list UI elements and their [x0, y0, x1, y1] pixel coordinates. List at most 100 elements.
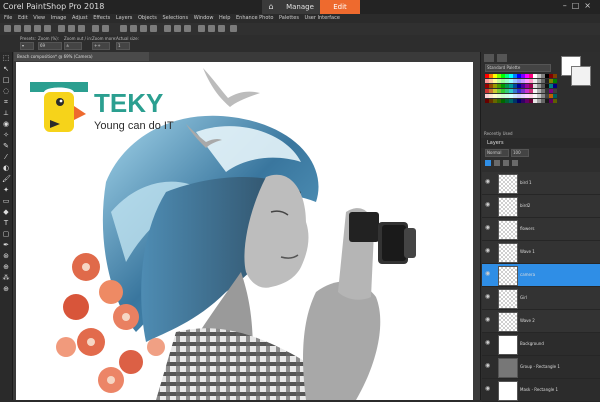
scratch-remover-icon[interactable]: ⁄ — [2, 153, 10, 161]
menu-window[interactable]: Window — [194, 15, 214, 21]
open-file-icon[interactable] — [14, 25, 21, 32]
pan-icon[interactable] — [184, 25, 191, 32]
duplicate-layer-icon[interactable] — [494, 160, 500, 166]
dropper-tool-icon[interactable]: ⁂ — [2, 274, 10, 282]
layer-row[interactable]: ◉ Background — [482, 333, 600, 356]
layer-row[interactable]: ◉ flowers — [482, 218, 600, 241]
airbrush-icon[interactable]: ✦ — [2, 186, 10, 194]
layer-row[interactable]: ◉ bird 1 — [482, 172, 600, 195]
paint-brush-icon[interactable]: 🖌 — [2, 175, 11, 183]
warp-brush-icon[interactable]: ⊛ — [2, 252, 10, 260]
visibility-eye-icon[interactable]: ◉ — [485, 178, 490, 185]
crop-tool-icon[interactable]: ⌗ — [2, 98, 10, 106]
close-doc-icon[interactable] — [44, 25, 51, 32]
menu-adjust[interactable]: Adjust — [72, 15, 88, 21]
dodge-tool-icon[interactable]: ◐ — [2, 164, 10, 172]
redo-icon[interactable] — [68, 25, 75, 32]
resize-icon[interactable] — [120, 25, 127, 32]
menu-image[interactable]: Image — [51, 15, 67, 21]
pen-tool-icon[interactable]: ✒ — [2, 241, 10, 249]
text-tool-icon[interactable]: T — [2, 219, 10, 227]
layer-row[interactable]: ◉ Mask - Rectangle 1 — [482, 379, 600, 402]
menu-selections[interactable]: Selections — [162, 15, 188, 21]
visibility-eye-icon[interactable]: ◉ — [485, 339, 490, 346]
rotate-icon[interactable] — [130, 25, 137, 32]
undo-icon[interactable] — [58, 25, 65, 32]
zoom-in-out-buttons[interactable]: ± — [64, 42, 82, 50]
zoom-more-buttons[interactable]: ++ — [92, 42, 110, 50]
visibility-eye-icon[interactable]: ◉ — [485, 362, 490, 369]
color-swatch[interactable] — [553, 99, 557, 103]
layer-row[interactable]: ◉ Wave 2 — [482, 310, 600, 333]
layer-row[interactable]: ◉ Wave 1 — [482, 241, 600, 264]
visibility-eye-icon[interactable]: ◉ — [485, 201, 490, 208]
layer-row[interactable]: ◉ Group - Rectangle 1 — [482, 356, 600, 379]
shape-tool-icon[interactable]: ▢ — [2, 230, 10, 238]
color-swatch[interactable] — [553, 94, 557, 98]
menu-user-interface[interactable]: User Interface — [305, 15, 340, 21]
zoom-field[interactable]: 69 — [38, 42, 62, 50]
color-swatch[interactable] — [553, 74, 557, 78]
visibility-eye-icon[interactable]: ◉ — [485, 385, 490, 392]
home-icon[interactable]: ⌂ — [262, 0, 280, 14]
print-icon[interactable] — [92, 25, 99, 32]
color-swatch[interactable] — [553, 79, 557, 83]
zoom-out-icon[interactable] — [174, 25, 181, 32]
share-icon[interactable] — [78, 25, 85, 32]
tab-edit[interactable]: Edit — [320, 0, 360, 14]
fit-window-icon[interactable] — [150, 25, 157, 32]
pick-tool-icon[interactable]: ⬚ — [2, 54, 10, 62]
red-eye-tool-icon[interactable]: ◉ — [2, 120, 10, 128]
menu-help[interactable]: Help — [219, 15, 230, 21]
selection-tool-icon[interactable]: □ — [2, 76, 10, 84]
preferences-icon[interactable] — [198, 25, 205, 32]
clone-brush-icon[interactable]: ✎ — [2, 142, 10, 150]
visibility-eye-icon[interactable]: ◉ — [485, 224, 490, 231]
menu-layers[interactable]: Layers — [116, 15, 133, 21]
move-tool-icon[interactable]: ↖ — [2, 65, 10, 73]
new-layer-icon[interactable] — [485, 160, 491, 166]
layer-row[interactable]: ◉ Girl — [482, 287, 600, 310]
makeover-tool-icon[interactable]: ✧ — [2, 131, 10, 139]
visibility-eye-icon[interactable]: ◉ — [485, 247, 490, 254]
save-icon[interactable] — [24, 25, 31, 32]
image-canvas[interactable]: TEKY Young can do IT — [16, 62, 473, 400]
window-controls[interactable]: –□× — [563, 1, 596, 10]
color-swatch-grid[interactable] — [485, 74, 557, 106]
cut-icon[interactable] — [102, 25, 109, 32]
new-file-icon[interactable] — [4, 25, 11, 32]
color-replacer-icon[interactable]: ⊕ — [2, 263, 10, 271]
materials-icon[interactable] — [484, 54, 494, 62]
opacity-field[interactable]: 100 — [511, 149, 529, 157]
visibility-eye-icon[interactable]: ◉ — [485, 316, 490, 323]
save-as-icon[interactable] — [34, 25, 41, 32]
color-swatch[interactable] — [553, 84, 557, 88]
eraser-tool-icon[interactable]: ▭ — [2, 197, 10, 205]
zoom-in-icon[interactable] — [164, 25, 171, 32]
learning-center-icon[interactable] — [218, 25, 225, 32]
layer-row[interactable]: ◉ bird2 — [482, 195, 600, 218]
freehand-selection-icon[interactable]: ◌ — [2, 87, 10, 95]
visibility-eye-icon[interactable]: ◉ — [485, 293, 490, 300]
help-icon[interactable] — [208, 25, 215, 32]
actual-size-button[interactable]: 1 — [116, 42, 130, 50]
blend-mode-dropdown[interactable]: Normal — [485, 149, 509, 157]
flood-fill-icon[interactable]: ◆ — [2, 208, 10, 216]
straighten-tool-icon[interactable]: ⟂ — [2, 109, 10, 117]
visibility-eye-icon[interactable]: ◉ — [485, 270, 490, 277]
more-tools-icon[interactable]: ⊕ — [2, 285, 10, 293]
lock-layer-icon[interactable] — [512, 160, 518, 166]
document-tab[interactable]: Beach composition* @ 69% (Camera) — [14, 52, 149, 61]
palette-dropdown[interactable]: Standard Palette — [485, 64, 551, 72]
crop-icon[interactable] — [140, 25, 147, 32]
menu-edit[interactable]: Edit — [18, 15, 28, 21]
layer-row-selected[interactable]: ◉ camera — [482, 264, 600, 287]
menu-enhance-photo[interactable]: Enhance Photo — [236, 15, 273, 21]
tab-manage[interactable]: Manage — [280, 0, 320, 14]
menu-objects[interactable]: Objects — [138, 15, 157, 21]
foreground-background-swatch[interactable] — [561, 56, 593, 96]
presets-dropdown[interactable]: ▾ — [20, 42, 34, 50]
menu-palettes[interactable]: Palettes — [279, 15, 299, 21]
menu-file[interactable]: File — [4, 15, 12, 21]
color-swatch[interactable] — [553, 89, 557, 93]
